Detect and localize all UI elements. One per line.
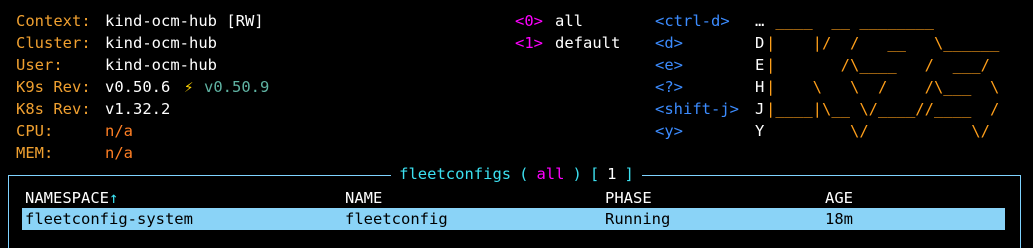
lightning-icon: ⚡ bbox=[184, 78, 194, 96]
k9s-logo: \/ \/ bbox=[766, 122, 990, 140]
bracket-open: [ bbox=[585, 165, 604, 183]
cluster-value: kind-ocm-hub bbox=[105, 34, 217, 52]
cell-namespace: fleetconfig-system bbox=[25, 210, 193, 228]
hotkey-key[interactable]: <ctrl-d> bbox=[655, 10, 730, 32]
k9s-logo: |____|\__ \/____//____ / bbox=[766, 100, 1000, 118]
sort-asc-icon: ↑ bbox=[109, 189, 119, 207]
user-label: User: bbox=[16, 56, 63, 74]
hotkey-key[interactable]: <e> bbox=[655, 54, 683, 76]
k9s-logo: | \ \ / /\___ \ bbox=[766, 78, 1000, 96]
resource-count: 1 bbox=[603, 165, 621, 183]
k8s-rev-label: K8s Rev: bbox=[16, 100, 91, 118]
pane-title: fleetconfigs(all)[1] bbox=[0, 163, 1033, 185]
hotkey-action: D bbox=[755, 34, 765, 52]
paren-open: ( bbox=[515, 165, 533, 183]
hotkey-action: J bbox=[755, 100, 765, 118]
cluster-label: Cluster: bbox=[16, 34, 91, 52]
hotkey-key[interactable]: <d> bbox=[655, 32, 683, 54]
namespace-key[interactable]: <1> bbox=[515, 32, 543, 54]
namespace-name[interactable]: all bbox=[555, 10, 583, 32]
k9s-rev-label: K9s Rev: bbox=[16, 78, 91, 96]
k9s-logo: | /\____ / ___/ bbox=[766, 56, 990, 74]
cpu-value: n/a bbox=[105, 122, 133, 140]
column-header-namespace[interactable]: NAMESPACE↑ bbox=[25, 187, 118, 209]
bracket-close: ] bbox=[620, 165, 638, 183]
hotkey-key[interactable]: <y> bbox=[655, 120, 683, 142]
cpu-label: CPU: bbox=[16, 122, 54, 140]
cell-age: 18m bbox=[825, 210, 853, 228]
context-value: kind-ocm-hub [RW] bbox=[105, 12, 264, 30]
column-header-name[interactable]: NAME bbox=[345, 187, 382, 209]
namespace-name[interactable]: default bbox=[555, 32, 620, 54]
resource-name: fleetconfigs bbox=[395, 165, 516, 183]
cell-name: fleetconfig bbox=[345, 210, 448, 228]
hotkey-action: Y bbox=[755, 122, 765, 140]
hotkey-key[interactable]: <shift-j> bbox=[655, 98, 739, 120]
context-label: Context: bbox=[16, 12, 91, 30]
resource-scope: all bbox=[532, 165, 569, 183]
cell-phase: Running bbox=[605, 210, 671, 228]
k9s-logo: ____ __ ________ bbox=[766, 12, 944, 30]
mem-value: n/a bbox=[105, 144, 133, 162]
column-header-label: NAMESPACE bbox=[25, 189, 109, 207]
column-header-age[interactable]: AGE bbox=[825, 187, 853, 209]
hotkey-action: … bbox=[755, 12, 765, 30]
k9s-logo: | |/ / __ \______ bbox=[766, 34, 1000, 52]
user-value: kind-ocm-hub bbox=[105, 56, 217, 74]
hotkey-key[interactable]: <?> bbox=[655, 76, 683, 98]
k9s-rev-value: v0.50.6 bbox=[105, 78, 171, 96]
mem-label: MEM: bbox=[16, 144, 54, 162]
paren-close: ) bbox=[568, 165, 586, 183]
hotkey-action: H bbox=[755, 78, 765, 96]
hotkey-action: E bbox=[755, 56, 765, 74]
namespace-key[interactable]: <0> bbox=[515, 10, 543, 32]
k8s-rev-value: v1.32.2 bbox=[105, 100, 171, 118]
column-header-phase[interactable]: PHASE bbox=[605, 187, 652, 209]
k9s-latest-version: v0.50.9 bbox=[204, 78, 270, 96]
